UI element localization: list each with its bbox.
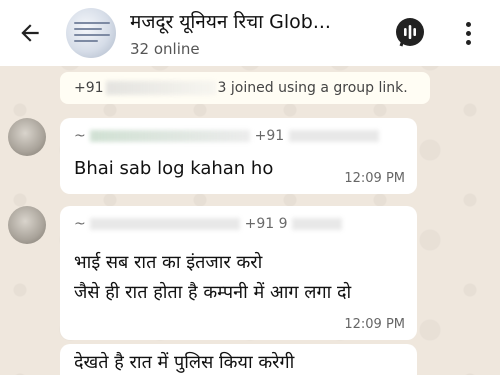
message-text: भाई सब रात का इंतजार करो — [74, 252, 263, 273]
voice-chat-icon — [396, 18, 424, 47]
sender-avatar[interactable] — [8, 118, 46, 156]
group-name: मजदूर यूनियन रिचा Glob... — [130, 11, 331, 33]
sender-name[interactable]: ~ +91 9 — [74, 216, 342, 232]
more-vert-icon — [465, 21, 471, 27]
message-text: देखते है रात में पुलिस किया करेगी — [74, 352, 295, 373]
redacted-sender — [90, 218, 241, 230]
voice-chat-button[interactable] — [393, 15, 427, 49]
message-time: 12:09 PM — [344, 317, 405, 332]
message-bubble[interactable]: देखते है रात में पुलिस किया करेगी — [60, 344, 417, 375]
sender-avatar[interactable] — [8, 206, 46, 244]
message-bubble[interactable]: ~ +91 Bhai sab log kahan ho 12:09 PM — [60, 118, 417, 194]
arrow-left-icon — [21, 24, 39, 42]
group-avatar[interactable] — [66, 8, 116, 58]
online-count: 32 online — [130, 40, 200, 58]
redacted-sender — [90, 130, 251, 142]
redacted-number — [105, 81, 216, 95]
join-notice-text: 3 joined using a group link. — [217, 80, 408, 96]
join-notice-prefix: +91 — [74, 80, 104, 96]
message-time: 12:09 PM — [344, 171, 405, 186]
group-info[interactable]: मजदूर यूनियन रिचा Glob... 32 online — [130, 8, 380, 58]
join-notice: +91 3 joined using a group link. — [60, 72, 430, 104]
chat-header: मजदूर यूनियन रिचा Glob... 32 online — [0, 0, 500, 66]
message-text: Bhai sab log kahan ho — [74, 158, 274, 179]
back-button[interactable] — [8, 11, 52, 55]
message-text: जैसे ही रात होता है कम्पनी में आग लगा दो — [74, 282, 352, 303]
more-options-button[interactable] — [455, 16, 481, 50]
message-bubble[interactable]: ~ +91 9 भाई सब रात का इंतजार करो जैसे ही… — [60, 206, 417, 340]
sender-name[interactable]: ~ +91 — [74, 128, 379, 144]
